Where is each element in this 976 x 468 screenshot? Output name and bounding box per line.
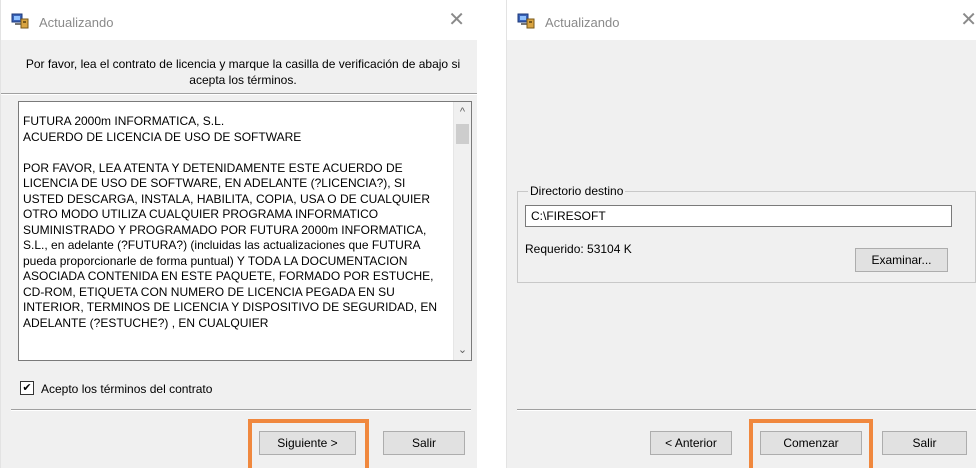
back-button[interactable]: < Anterior (650, 431, 732, 455)
instruction-text: Por favor, lea el contrato de licencia y… (25, 57, 461, 87)
license-dialog: Actualizando ✕ Por favor, lea el contrat… (0, 0, 477, 468)
exit-button[interactable]: Salir (383, 431, 465, 455)
destination-dialog: Actualizando ✕ Directorio destino C:\FIR… (506, 0, 976, 468)
scroll-thumb[interactable] (456, 124, 469, 144)
title-bar: Actualizando ✕ (507, 0, 976, 40)
exit-button[interactable]: Salir (882, 431, 967, 455)
window-title: Actualizando (545, 15, 620, 30)
title-bar: Actualizando ✕ (1, 0, 477, 40)
close-icon[interactable]: ✕ (960, 10, 976, 30)
accept-terms-checkbox[interactable]: ✔ (20, 381, 34, 395)
chevron-up-icon[interactable]: ^ (454, 106, 471, 118)
window-title: Actualizando (39, 15, 114, 30)
directory-input[interactable]: C:\FIRESOFT (525, 205, 952, 227)
divider (1, 93, 477, 95)
installer-computer-icon (517, 13, 535, 29)
start-button[interactable]: Comenzar (760, 431, 862, 455)
divider (517, 409, 976, 411)
next-button[interactable]: Siguiente > (259, 431, 356, 455)
accept-terms-label: Acepto los términos del contrato (41, 382, 213, 396)
divider (11, 409, 471, 411)
close-icon[interactable]: ✕ (448, 10, 465, 30)
vertical-scrollbar[interactable]: ^ ⌄ (453, 102, 471, 360)
browse-button[interactable]: Examinar... (855, 248, 948, 272)
license-text: FUTURA 2000m INFORMATICA, S.L. ACUERDO D… (23, 114, 438, 330)
group-label: Directorio destino (528, 184, 626, 198)
installer-computer-icon (11, 13, 29, 29)
required-space-label: Requerido: 53104 K (525, 242, 632, 256)
license-textbox[interactable]: FUTURA 2000m INFORMATICA, S.L. ACUERDO D… (18, 101, 472, 361)
chevron-down-icon[interactable]: ⌄ (454, 343, 471, 356)
